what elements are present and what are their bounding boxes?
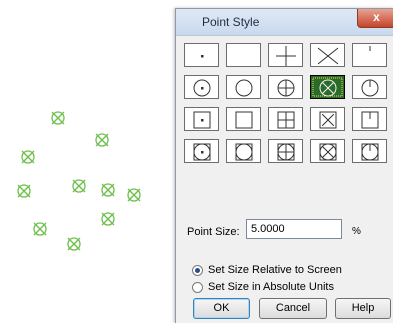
point-marker [95,133,109,147]
tick-icon [369,46,371,51]
radio-absolute-label[interactable]: Set Size in Absolute Units [208,281,334,293]
point-style-sqcirc[interactable] [226,139,261,163]
square-icon [235,111,253,129]
point-style-dot[interactable] [184,43,219,67]
point-style-plus[interactable] [268,43,303,67]
sqcirc-plus-icon [277,143,295,161]
point-size-unit: % [352,226,361,237]
square-dot-icon [193,111,211,129]
point-marker [67,237,81,251]
drawing-canvas[interactable] [0,0,180,322]
point-style-circle-dot[interactable] [184,75,219,99]
point-size-input[interactable] [246,219,342,239]
dialog-title: Point Style [202,15,260,29]
circle-cross-icon [312,77,343,97]
point-size-label: Point Size: [187,226,240,238]
point-style-square-dot[interactable] [184,107,219,131]
dot-icon [201,55,204,58]
radio-relative-to-screen[interactable] [192,265,203,276]
sqcirc-icon [235,143,253,161]
point-marker [17,184,31,198]
plus-icon [276,46,296,66]
point-marker [101,212,115,226]
point-style-circle[interactable] [226,75,261,99]
point-style-cross[interactable] [310,43,345,67]
square-cross-icon [319,111,337,129]
ok-button[interactable]: OK [193,298,250,319]
cancel-button[interactable]: Cancel [259,298,327,319]
circle-plus-icon [277,79,295,97]
sqcirc-tick-icon [361,143,379,161]
radio-absolute-units[interactable] [192,282,203,293]
point-style-square[interactable] [226,107,261,131]
title-bar[interactable]: Point Style x [176,9,393,36]
point-style-circle-cross[interactable] [310,75,345,99]
radio-relative-label[interactable]: Set Size Relative to Screen [208,264,342,276]
circle-icon [235,79,253,97]
square-tick-icon [361,111,379,129]
circle-tick-icon [361,79,379,97]
point-marker [33,222,47,236]
point-style-square-tick[interactable] [352,107,387,131]
point-marker [72,179,86,193]
point-marker [21,150,35,164]
point-marker [101,183,115,197]
circle-dot-icon [193,79,211,97]
point-style-sqcirc-dot[interactable] [184,139,219,163]
point-style-tick[interactable] [352,43,387,67]
point-style-dialog: Point Style x Point Size: % Set Size Rel… [175,8,393,323]
point-style-square-plus[interactable] [268,107,303,131]
point-marker [51,111,65,125]
cross-icon [317,47,339,65]
help-button[interactable]: Help [335,298,391,319]
sqcirc-dot-icon [193,143,211,161]
point-style-sqcirc-plus[interactable] [268,139,303,163]
point-style-sqcirc-tick[interactable] [352,139,387,163]
point-style-grid [184,43,393,183]
point-style-circle-plus[interactable] [268,75,303,99]
point-style-circle-tick[interactable] [352,75,387,99]
point-style-square-cross[interactable] [310,107,345,131]
none-icon [227,44,262,68]
point-style-sqcirc-cross[interactable] [310,139,345,163]
close-button[interactable]: x [357,9,393,28]
sqcirc-cross-icon [319,143,337,161]
square-plus-icon [277,111,295,129]
point-style-none[interactable] [226,43,261,67]
point-marker [127,188,141,202]
